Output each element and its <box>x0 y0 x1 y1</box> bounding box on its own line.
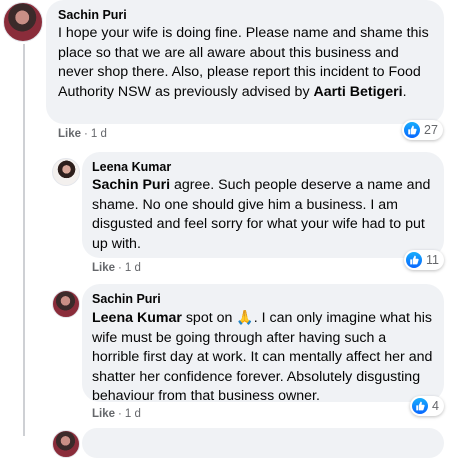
avatar-next-reply[interactable] <box>52 430 80 458</box>
timestamp[interactable]: 1 d <box>91 128 107 140</box>
like-button[interactable]: Like <box>92 262 115 274</box>
avatar-sachin-puri[interactable] <box>52 290 80 318</box>
comment-author[interactable]: Sachin Puri <box>58 8 434 22</box>
avatar-leena-kumar[interactable] <box>52 158 80 186</box>
comment-text: Leena Kumar spot on 🙏. I can only imagin… <box>92 309 433 405</box>
comment-text: Sachin Puri agree. Such people deserve a… <box>92 177 431 252</box>
comment-actions: Like · 1 d <box>92 262 141 274</box>
comment-author[interactable]: Sachin Puri <box>92 292 434 306</box>
mention-link[interactable]: Aarti Betigeri <box>313 84 402 100</box>
mention-link[interactable]: Sachin Puri <box>92 177 170 193</box>
comment-actions: Like · 1 d <box>58 128 107 140</box>
comment-text: I hope your wife is doing fine. Please n… <box>58 25 429 100</box>
avatar-sachin-puri[interactable] <box>3 2 43 42</box>
like-button[interactable]: Like <box>92 408 115 420</box>
comment-bubble-1: Sachin Puri I hope your wife is doing fi… <box>46 0 444 124</box>
folded-hands-emoji: 🙏 <box>236 309 254 325</box>
like-reaction-icon <box>404 122 420 138</box>
comment-bubble-2: Leena Kumar Sachin Puri agree. Such peop… <box>82 152 444 258</box>
reaction-count[interactable]: 11 <box>404 250 444 270</box>
thread-line <box>23 44 25 436</box>
timestamp[interactable]: 1 d <box>125 262 141 274</box>
like-reaction-icon <box>412 398 428 414</box>
comment-actions: Like · 1 d <box>92 408 141 420</box>
comment-bubble-next <box>82 428 444 458</box>
like-button[interactable]: Like <box>58 128 81 140</box>
reaction-count[interactable]: 27 <box>402 120 443 140</box>
like-reaction-icon <box>406 252 422 268</box>
timestamp[interactable]: 1 d <box>125 408 141 420</box>
comment-author[interactable]: Leena Kumar <box>92 160 434 174</box>
comment-bubble-3: Sachin Puri Leena Kumar spot on 🙏. I can… <box>82 284 444 404</box>
reaction-count[interactable]: 4 <box>410 396 444 416</box>
mention-link[interactable]: Leena Kumar <box>92 310 182 326</box>
